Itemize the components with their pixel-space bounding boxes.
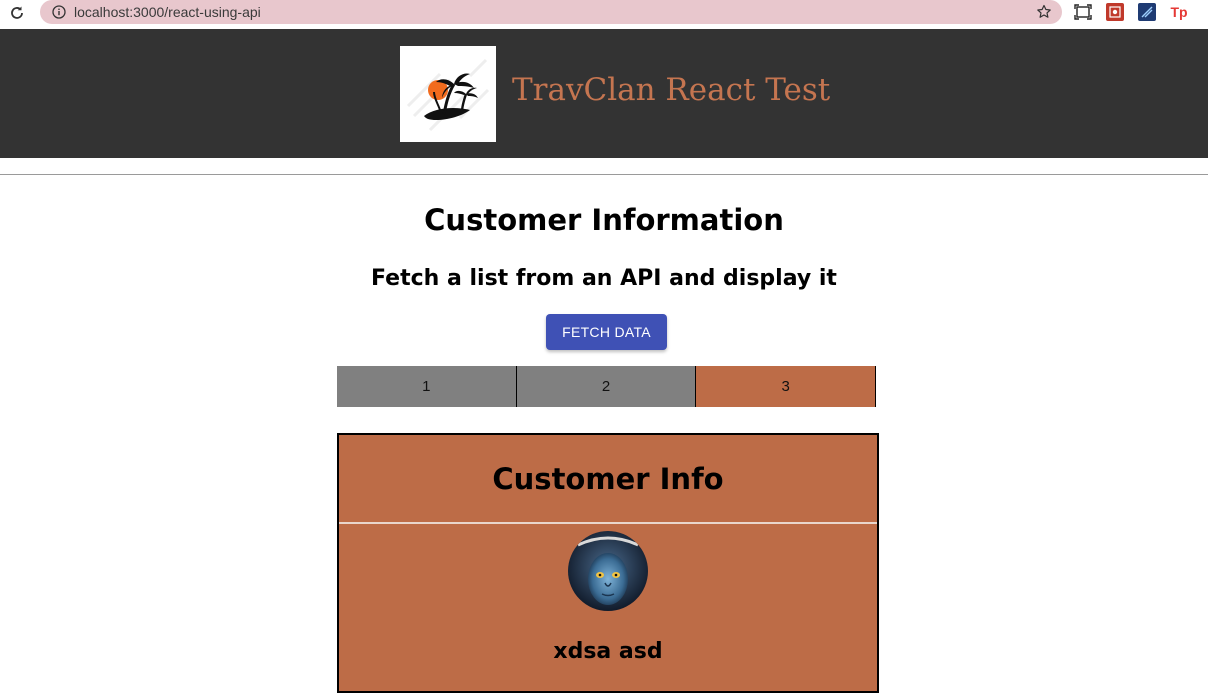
header-divider	[0, 174, 1208, 175]
url-text[interactable]: localhost:3000/react-using-api	[74, 3, 261, 21]
fetch-data-button[interactable]: FETCH DATA	[546, 314, 667, 350]
site-title: TravClan React Test	[512, 72, 831, 108]
card-divider	[339, 522, 877, 524]
address-bar[interactable]: localhost:3000/react-using-api	[40, 0, 1062, 24]
palm-island-logo-icon	[400, 46, 496, 142]
bookmark-star-icon[interactable]	[1034, 2, 1054, 22]
avatar	[568, 531, 648, 611]
tp-extension-icon[interactable]: Tp	[1170, 3, 1188, 21]
avatar-portrait-icon	[568, 531, 648, 611]
customer-name: xdsa asd	[553, 639, 663, 664]
page-tab-2[interactable]: 2	[516, 366, 697, 407]
page-tab-1[interactable]: 1	[337, 366, 517, 407]
blue-extension-icon[interactable]	[1138, 3, 1156, 21]
red-extension-icon[interactable]	[1106, 3, 1124, 21]
screen-capture-extension-icon[interactable]	[1074, 3, 1092, 21]
page-subtitle: Fetch a list from an API and display it	[371, 266, 837, 291]
reload-icon[interactable]	[6, 2, 28, 24]
card-title: Customer Info	[492, 462, 724, 496]
site-header: TravClan React Test	[0, 29, 1208, 158]
page-tab-3[interactable]: 3	[696, 366, 877, 407]
pagination: 1 2 3	[337, 366, 877, 407]
customer-card: Customer Info xdsa asd	[337, 433, 879, 693]
site-info-icon[interactable]	[50, 3, 68, 21]
page-title: Customer Information	[424, 203, 784, 237]
browser-toolbar: localhost:3000/react-using-api Tp	[0, 0, 1208, 29]
